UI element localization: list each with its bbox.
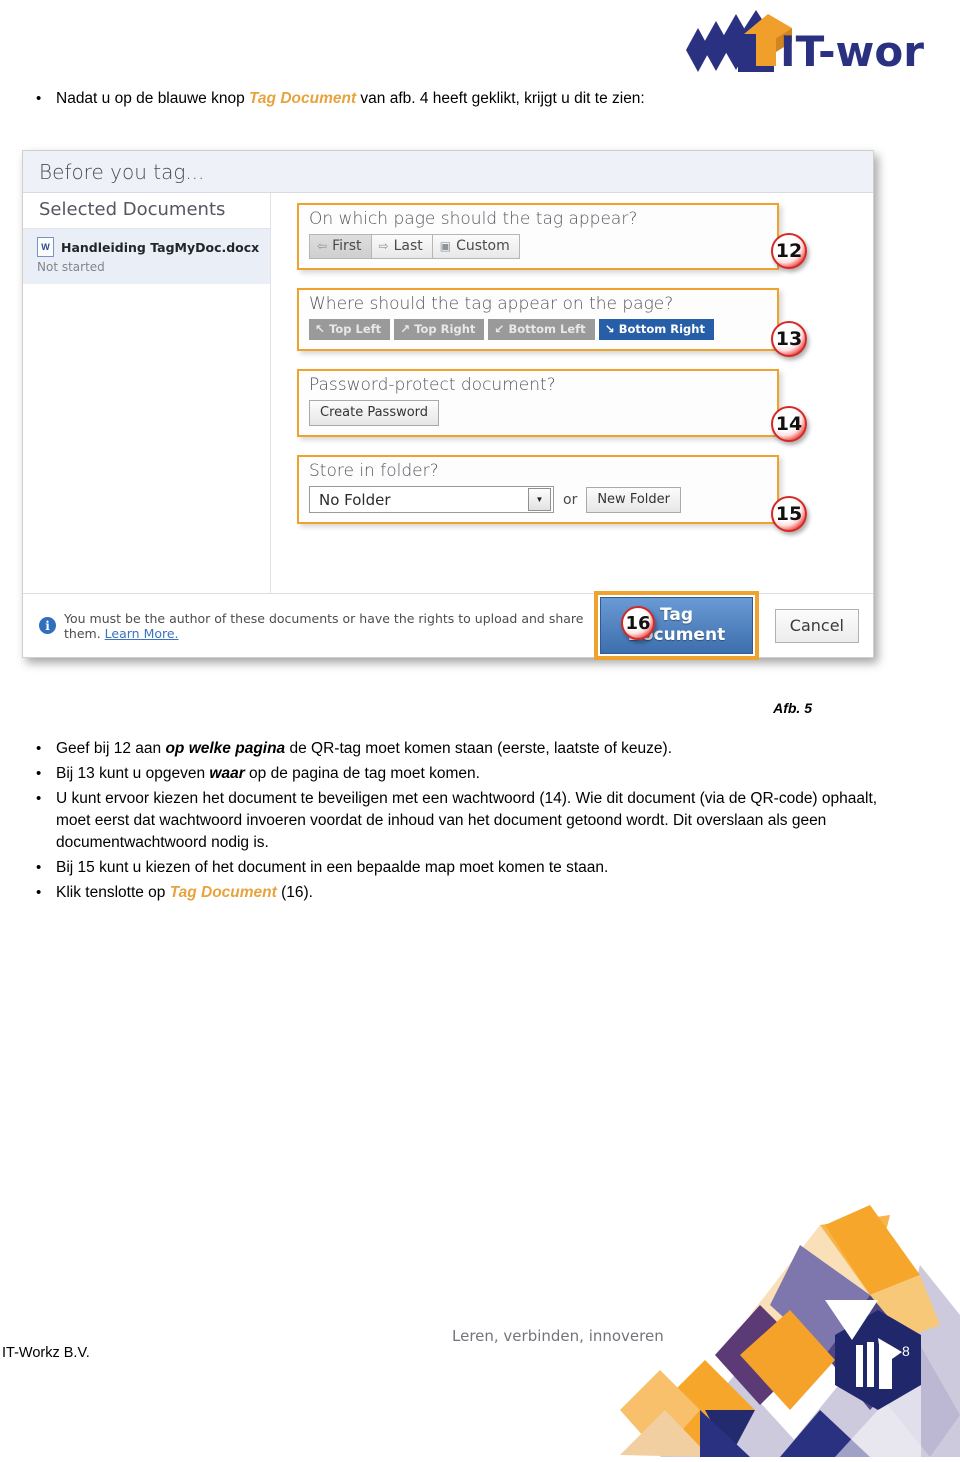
callout-16: 16 xyxy=(621,606,655,640)
callout-14: 14 xyxy=(771,406,807,442)
selected-documents-pane: Selected Documents W Handleiding TagMyDo… xyxy=(23,193,271,593)
top-left-label: Top Left xyxy=(329,322,382,336)
callout-13: 13 xyxy=(771,321,807,357)
info-icon: i xyxy=(39,617,56,634)
emphasis-segment: op welke pagina xyxy=(165,740,286,757)
bottom-right-button[interactable]: ↘ Bottom Right xyxy=(598,319,714,340)
text-segment: (16). xyxy=(276,884,313,901)
list-item: • Nadat u op de blauwe knop Tag Document… xyxy=(30,88,930,110)
word-document-icon: W xyxy=(37,237,54,257)
footer-tagline: Leren, verbinden, innoveren xyxy=(452,1327,664,1345)
list-item: • Geef bij 12 aan op welke pagina de QR-… xyxy=(30,738,910,760)
list-item[interactable]: W Handleiding TagMyDoc.docx Not started xyxy=(23,229,270,284)
intro-text-after: van afb. 4 heeft geklikt, krijgt u dit t… xyxy=(356,90,645,107)
logo-wordmark: IT-workz xyxy=(780,27,924,76)
arrow-right-icon: ⇨ xyxy=(378,239,389,253)
section-label: Store in folder? xyxy=(309,461,439,481)
list-item: • Klik tenslotte op Tag Document (16). xyxy=(30,882,910,904)
section-label: Password-protect document? xyxy=(309,375,556,395)
cancel-button[interactable]: Cancel xyxy=(774,608,859,643)
author-rights-note: You must be the author of these document… xyxy=(64,611,600,641)
arrow-down-left-icon: ↙ xyxy=(494,322,505,336)
list-item-text: Klik tenslotte op Tag Document (16). xyxy=(56,882,910,904)
intro-text-before: Nadat u op de blauwe knop xyxy=(56,90,250,107)
bullet-marker: • xyxy=(36,884,42,901)
learn-more-link[interactable]: Learn More. xyxy=(105,626,179,641)
intro-accent-term: Tag Document xyxy=(249,90,357,107)
text-segment: Bij 13 kunt u opgeven xyxy=(56,765,210,782)
page-choice-button-group: ⇦ First ⇨ Last ▣ Custom xyxy=(309,234,769,259)
bullet-marker: • xyxy=(36,740,42,757)
figure-caption: Afb. 5 xyxy=(773,700,812,716)
bottom-left-button[interactable]: ↙ Bottom Left xyxy=(488,319,595,340)
arrow-up-right-icon: ↗ xyxy=(400,322,411,336)
intro-text: Nadat u op de blauwe knop Tag Document v… xyxy=(56,88,930,110)
list-item-text: Geef bij 12 aan op welke pagina de QR-ta… xyxy=(56,738,910,760)
section-page-choice: On which page should the tag appear? ⇦ Fi… xyxy=(297,203,779,270)
arrow-down-right-icon: ↘ xyxy=(604,322,615,336)
bullet-marker: • xyxy=(36,765,42,782)
accent-segment: Tag Document xyxy=(169,884,277,901)
custom-page-label: Custom xyxy=(456,238,510,254)
list-item: • Bij 15 kunt u kiezen of het document i… xyxy=(30,857,910,879)
top-left-button[interactable]: ↖ Top Left xyxy=(309,319,391,340)
custom-page-button[interactable]: ▣ Custom xyxy=(431,234,520,259)
folder-select-value: No Folder xyxy=(319,490,391,509)
first-page-button[interactable]: ⇦ First xyxy=(309,234,371,259)
text-segment: Klik tenslotte op xyxy=(56,884,170,901)
intro-paragraph: • Nadat u op de blauwe knop Tag Document… xyxy=(30,88,930,110)
section-folder: Store in folder? No Folder ▼ or New Fold… xyxy=(297,455,779,524)
bottom-right-label: Bottom Right xyxy=(618,322,705,336)
list-item: • U kunt ervoor kiezen het document te b… xyxy=(30,788,910,854)
or-separator-label: or xyxy=(563,491,578,508)
section-password: Password-protect document? Create Passwo… xyxy=(297,369,779,437)
folder-select[interactable]: No Folder ▼ xyxy=(309,486,554,513)
selected-documents-header: Selected Documents xyxy=(23,193,270,229)
arrow-up-left-icon: ↖ xyxy=(315,322,326,336)
bullet-marker: • xyxy=(36,90,42,107)
bullet-marker: • xyxy=(36,859,42,876)
last-page-label: Last xyxy=(393,238,423,254)
chevron-down-icon[interactable]: ▼ xyxy=(528,488,551,511)
list-item-text: U kunt ervoor kiezen het document te bev… xyxy=(56,790,878,851)
emphasis-segment: waar xyxy=(209,765,245,782)
tagmydoc-dialog-screenshot: Before you tag... Selected Documents W H… xyxy=(22,150,874,660)
section-label: On which page should the tag appear? xyxy=(309,209,638,229)
tag-position-button-group: ↖ Top Left ↗ Top Right ↙ Bottom Left ↘ Botto… xyxy=(309,319,769,340)
first-page-label: First xyxy=(332,238,362,254)
bottom-left-label: Bottom Left xyxy=(508,322,586,336)
text-segment: Geef bij 12 aan xyxy=(56,740,166,757)
section-tag-position: Where should the tag appear on the page?… xyxy=(297,288,779,351)
dialog-title: Before you tag... xyxy=(23,151,873,193)
new-folder-button[interactable]: New Folder xyxy=(586,486,681,513)
footer-decorative-graphic xyxy=(620,1205,960,1457)
footer-company-name: IT-Workz B.V. xyxy=(2,1345,90,1361)
top-right-button[interactable]: ↗ Top Right xyxy=(394,319,485,340)
list-item: • Bij 13 kunt u opgeven waar op de pagin… xyxy=(30,763,910,785)
text-segment: op de pagina de tag moet komen. xyxy=(244,765,480,782)
top-right-label: Top Right xyxy=(414,322,476,336)
page-number: 8 xyxy=(902,1343,910,1359)
list-item-text: Bij 13 kunt u opgeven waar op de pagina … xyxy=(56,763,910,785)
pages-icon: ▣ xyxy=(439,239,452,253)
text-segment: de QR-tag moet komen staan (eerste, laat… xyxy=(285,740,673,757)
list-item-text: Bij 15 kunt u kiezen of het document in … xyxy=(56,859,609,876)
dialog-body: Selected Documents W Handleiding TagMyDo… xyxy=(23,193,873,593)
document-status: Not started xyxy=(37,260,105,274)
create-password-button[interactable]: Create Password xyxy=(309,400,440,426)
last-page-button[interactable]: ⇨ Last xyxy=(370,234,432,259)
instruction-list: • Geef bij 12 aan op welke pagina de QR-… xyxy=(30,738,910,907)
dialog-footer: i You must be the author of these docume… xyxy=(23,591,873,660)
callout-12: 12 xyxy=(771,233,807,269)
document-name: Handleiding TagMyDoc.docx xyxy=(61,239,260,255)
callout-15: 15 xyxy=(771,496,807,532)
bullet-marker: • xyxy=(36,790,42,807)
brand-logo: IT-workz xyxy=(676,8,960,82)
arrow-left-icon: ⇦ xyxy=(317,239,328,253)
section-label: Where should the tag appear on the page? xyxy=(309,294,674,314)
